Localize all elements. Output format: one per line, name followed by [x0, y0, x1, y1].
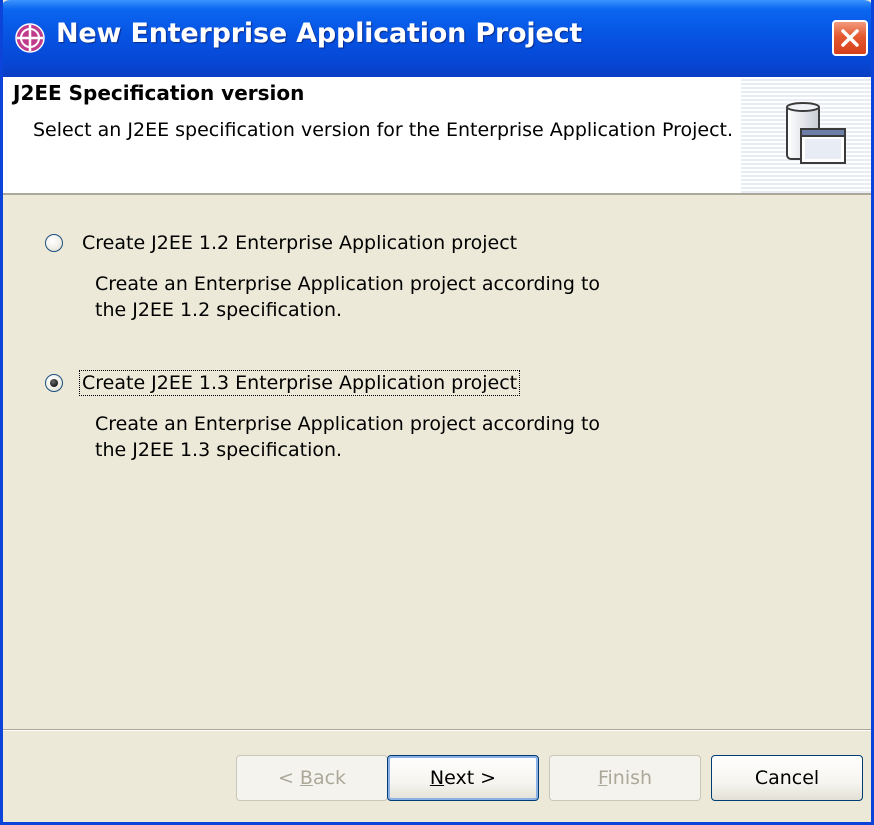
wizard-content: Create J2EE 1.2 Enterprise Application p…	[3, 195, 871, 729]
next-button[interactable]: Next >	[387, 755, 539, 801]
wizard-dialog: New Enterprise Application Project J2EE …	[0, 0, 874, 825]
title-bar[interactable]: New Enterprise Application Project	[3, 0, 871, 77]
page-title: J2EE Specification version	[13, 81, 305, 105]
radio-label-j2ee-1-2[interactable]: Create J2EE 1.2 Enterprise Application p…	[80, 231, 519, 255]
radio-j2ee-1-2[interactable]: Create J2EE 1.2 Enterprise Application p…	[45, 228, 519, 258]
back-button-mnemonic: B	[299, 767, 313, 789]
next-button-label: ext >	[444, 767, 497, 789]
back-button[interactable]: < Back	[236, 755, 388, 801]
finish-button-label: inish	[607, 767, 653, 789]
description-j2ee-1-2: Create an Enterprise Application project…	[95, 271, 655, 323]
description-line: the J2EE 1.2 specification.	[95, 299, 343, 321]
jar-window-icon	[786, 102, 846, 164]
radio-j2ee-1-3[interactable]: Create J2EE 1.3 Enterprise Application p…	[45, 368, 521, 398]
wizard-banner: J2EE Specification version Select an J2E…	[3, 77, 871, 195]
button-bar-separator	[3, 729, 871, 731]
window-title: New Enterprise Application Project	[56, 18, 583, 49]
description-line: Create an Enterprise Application project…	[95, 273, 601, 295]
close-icon	[841, 29, 859, 47]
cancel-button[interactable]: Cancel	[711, 755, 863, 801]
description-line: Create an Enterprise Application project…	[95, 413, 601, 435]
back-button-prefix: <	[277, 767, 300, 789]
close-button[interactable]	[832, 20, 868, 56]
description-j2ee-1-3: Create an Enterprise Application project…	[95, 411, 655, 463]
description-line: the J2EE 1.3 specification.	[95, 439, 343, 461]
next-button-mnemonic: N	[429, 767, 445, 789]
radio-button-j2ee-1-2[interactable]	[45, 234, 63, 252]
back-button-label: ack	[312, 767, 347, 789]
radio-button-j2ee-1-3[interactable]	[45, 374, 63, 392]
radio-label-j2ee-1-3[interactable]: Create J2EE 1.3 Enterprise Application p…	[78, 370, 521, 396]
finish-button-mnemonic: F	[597, 767, 608, 789]
page-description: Select an J2EE specification version for…	[33, 119, 734, 141]
finish-button[interactable]: Finish	[549, 755, 701, 801]
eclipse-wizard-icon	[15, 23, 45, 53]
